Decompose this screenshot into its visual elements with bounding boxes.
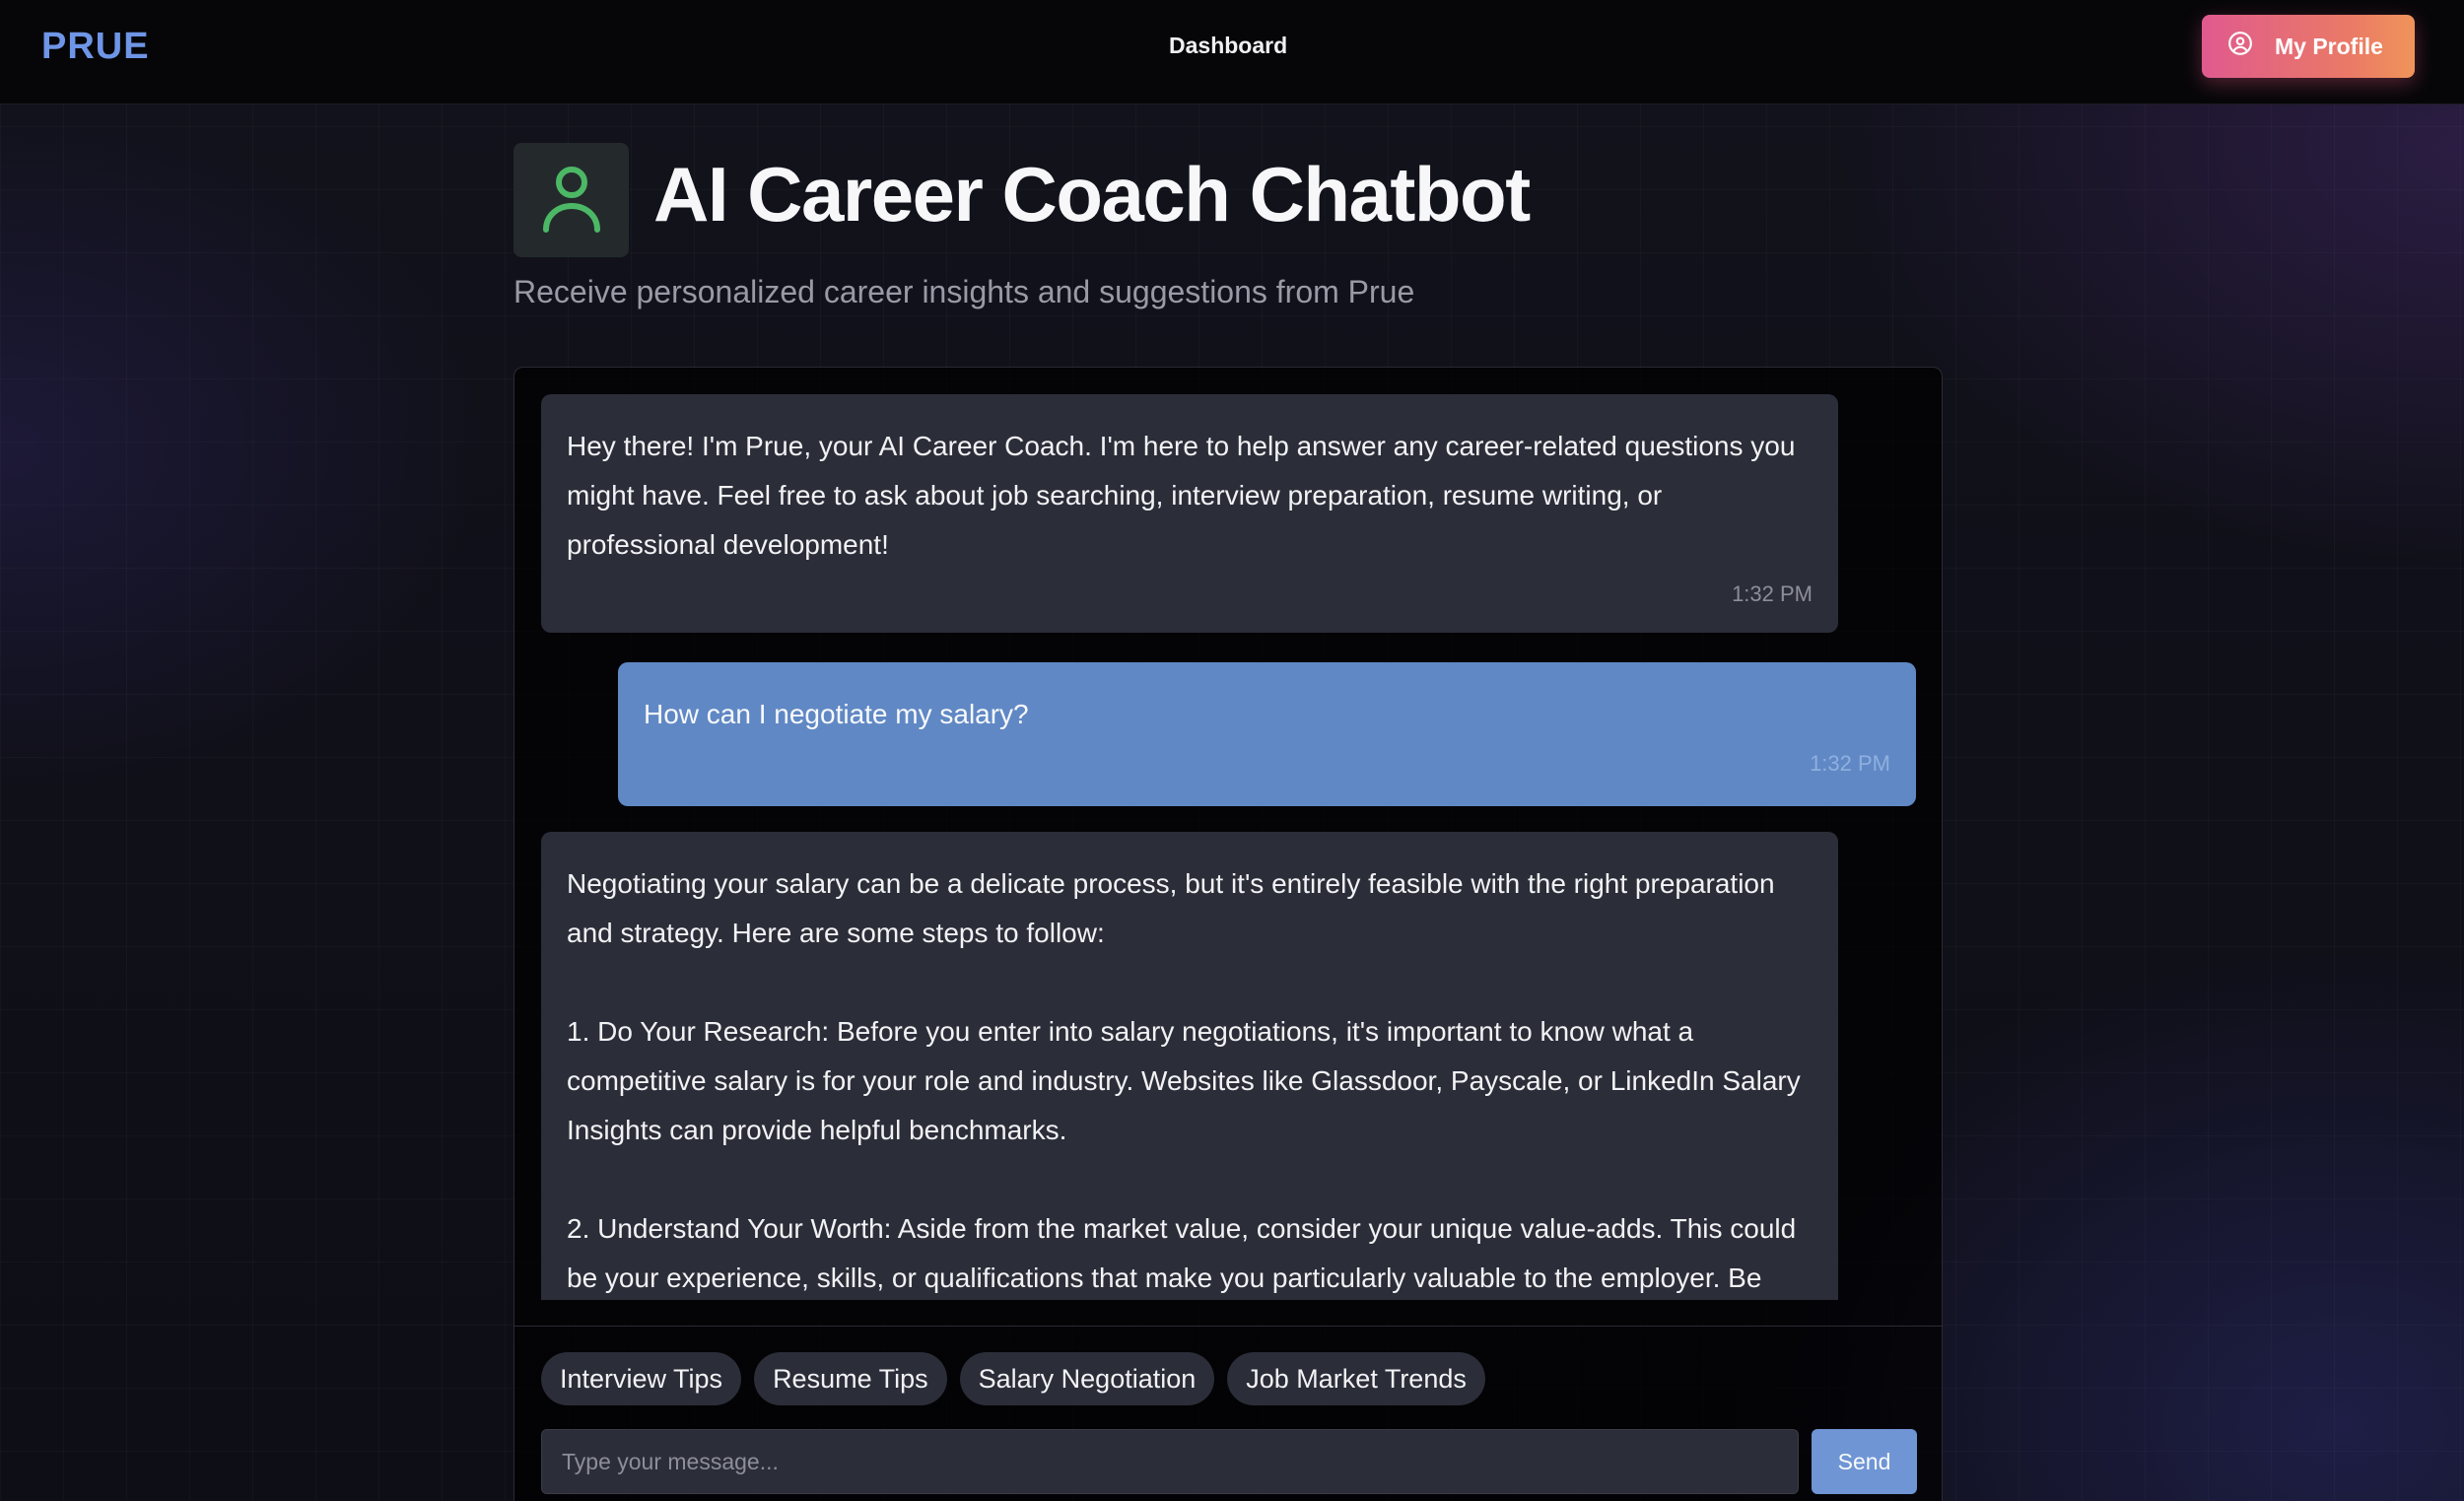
message-composer: Send [541,1429,1917,1494]
top-navigation-bar: PRUE Dashboard My Profile [0,0,2464,104]
nav-dashboard-link[interactable]: Dashboard [1169,33,1287,59]
send-button[interactable]: Send [1812,1429,1917,1494]
message-text: How can I negotiate my salary? [644,699,1029,729]
coach-avatar [513,143,629,257]
quick-reply-job-market-trends[interactable]: Job Market Trends [1227,1352,1485,1405]
message-text: Negotiating your salary can be a delicat… [567,868,1801,1293]
user-circle-icon [2227,31,2253,62]
message-timestamp: 1:32 PM [1732,581,1813,606]
my-profile-label: My Profile [2275,33,2383,59]
user-message: How can I negotiate my salary? 1:32 PM [618,662,1916,806]
bot-message: Negotiating your salary can be a delicat… [541,832,1838,1300]
quick-reply-list: Interview Tips Resume Tips Salary Negoti… [541,1352,1485,1405]
message-timestamp: 1:32 PM [1810,751,1890,776]
page-subtitle: Receive personalized career insights and… [513,274,1415,309]
message-input[interactable] [541,1429,1799,1494]
quick-reply-interview-tips[interactable]: Interview Tips [541,1352,742,1405]
message-list[interactable]: Hey there! I'm Prue, your AI Career Coac… [514,368,1942,1300]
page-title: AI Career Coach Chatbot [653,151,1531,238]
user-icon [540,163,603,239]
message-text: Hey there! I'm Prue, your AI Career Coac… [567,431,1796,560]
brand-logo[interactable]: PRUE [41,26,150,68]
quick-reply-salary-negotiation[interactable]: Salary Negotiation [959,1352,1215,1405]
my-profile-button[interactable]: My Profile [2202,15,2415,78]
quick-reply-resume-tips[interactable]: Resume Tips [754,1352,947,1405]
bot-message: Hey there! I'm Prue, your AI Career Coac… [541,394,1838,633]
composer-divider [514,1326,1942,1327]
chat-panel: Hey there! I'm Prue, your AI Career Coac… [513,367,1943,1501]
